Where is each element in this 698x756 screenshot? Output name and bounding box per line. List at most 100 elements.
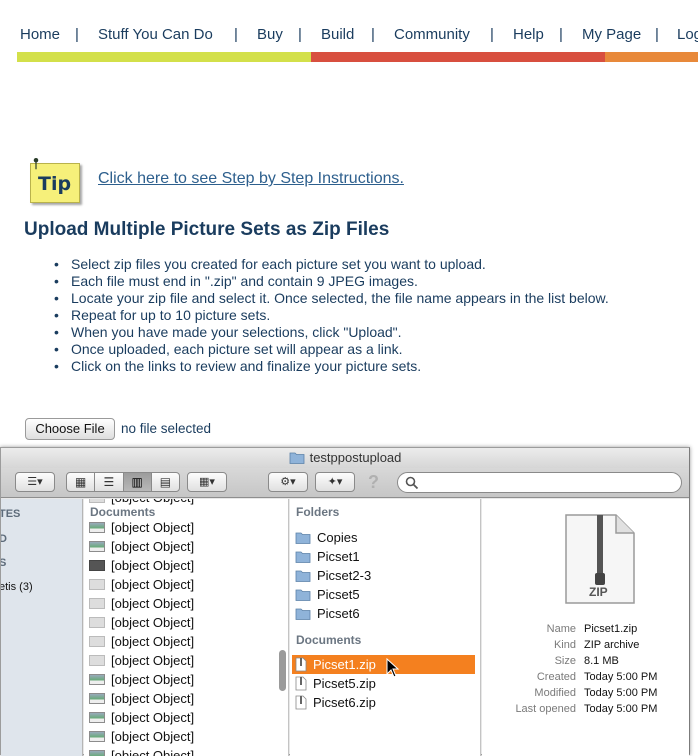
list-item[interactable]: Copies [295,528,475,547]
list-item[interactable]: [object Object] [89,518,194,537]
search-input[interactable] [397,472,682,493]
column-header: Documents [296,633,362,647]
action-button[interactable]: ⚙▾ [268,472,308,492]
list-item[interactable]: [object Object] [89,575,194,594]
list-item[interactable]: [object Object] [89,708,194,727]
page-title: Upload Multiple Picture Sets as Zip File… [24,219,390,240]
dialog-titlebar: testppostupload [1,448,689,468]
screenshot-file-icon [89,712,105,723]
pushpin-icon [33,158,39,170]
list-item[interactable]: Picset6.zip [295,693,475,712]
help-icon[interactable]: ? [368,472,379,493]
screenshot-file-icon [89,522,105,533]
nav-stuff-you-can-do[interactable]: Stuff You Can Do [98,26,213,43]
list-item[interactable]: Picset5 [295,585,475,604]
nav-separator: | [490,26,494,43]
list-item[interactable]: [object Object] [89,689,194,708]
list-item[interactable]: Picset2-3 [295,566,475,585]
instructions-link[interactable]: Click here to see Step by Step Instructi… [98,170,404,188]
list-item[interactable]: [object Object] [89,727,194,746]
list-item[interactable]: Picset6 [295,604,475,623]
info-value: Today 5:00 PM [584,687,658,699]
screenshot-file-icon [89,617,105,628]
info-value: Picset1.zip [584,623,638,635]
list-item[interactable]: [object Object] [89,651,194,670]
dialog-title: testppostupload [309,450,402,465]
nav-help[interactable]: Help [513,26,544,43]
list-item[interactable]: [object Object] [89,556,194,575]
folder-icon [289,452,304,464]
info-key: Kind [553,639,576,651]
dropbox-button[interactable]: ✦▾ [315,472,355,492]
screenshot-file-icon [89,731,105,742]
sidebar-item[interactable]: D [1,533,7,545]
zip-file-icon [295,676,307,691]
folder-icon [295,532,311,544]
sidebar-item[interactable]: etis (3) [1,581,33,593]
zip-icon-label: ZIP [589,585,608,599]
list-item: Click on the links to review and finaliz… [54,358,609,375]
icon-view-button[interactable]: ▦ [67,473,96,491]
choose-file-button[interactable]: Choose File [25,418,115,440]
list-item-selected[interactable]: Picset1.zip [292,655,475,674]
list-item[interactable]: [object Object] [89,632,194,651]
dialog-toolbar: ☰▾ ▦ ☰ ▥ ▤ ▦▾ ⚙▾ ✦▾ ? [1,468,689,498]
arrange-button[interactable]: ▦▾ [187,472,227,492]
screenshot-file-icon [89,560,105,571]
nav-buy[interactable]: Buy [257,26,283,43]
info-key: Size [554,655,576,667]
nav-my-page[interactable]: My Page [582,26,641,43]
finder-sidebar: TES D S etis (3) [1,499,83,756]
info-key: Modified [534,687,576,699]
column-view-button[interactable]: ▥ [123,473,152,491]
nav-log[interactable]: Log [677,26,698,43]
list-item: When you have made your selections, clic… [54,324,609,341]
screenshot-file-icon [89,579,105,590]
info-value: ZIP archive [584,639,640,651]
documents-column[interactable]: [object Object] Documents [object Object… [84,499,289,756]
nav-community[interactable]: Community [394,26,470,43]
list-item[interactable]: Picset1 [295,547,475,566]
info-value: 8.1 MB [584,655,619,667]
nav-separator: | [655,26,659,43]
mouse-cursor-icon [386,658,400,678]
info-key: Name [546,623,576,635]
screenshot-file-icon [89,655,105,666]
info-key: Created [536,671,576,683]
screenshot-file-icon [89,499,105,503]
zip-file-icon [295,657,307,672]
folder-icon [295,551,311,563]
screenshot-file-icon [89,636,105,647]
list-item[interactable]: [object Object] [89,670,194,689]
list-menu-button[interactable]: ☰▾ [15,472,55,492]
file-status: no file selected [121,421,212,436]
nav-separator: | [234,26,238,43]
coverflow-view-button[interactable]: ▤ [152,473,179,491]
screenshot-file-icon [89,693,105,704]
color-bar-orange [605,52,698,62]
screenshot-file-icon [89,598,105,609]
nav-home[interactable]: Home [20,26,60,43]
list-item[interactable]: [object Object] [89,594,194,613]
nav-separator: | [371,26,375,43]
list-item[interactable]: Picset5.zip [295,674,475,693]
top-nav: Home | Stuff You Can Do | Buy | Build | … [0,26,698,48]
screenshot-file-icon [89,674,105,685]
scrollbar-thumb[interactable] [279,650,286,691]
folder-contents-column[interactable]: Folders Copies Picset1 Picset2-3 Picset5… [290,499,481,756]
nav-separator: | [559,26,563,43]
zip-file-icon [295,695,307,710]
sidebar-heading: S [1,557,6,569]
folder-icon [295,589,311,601]
screenshot-file-icon [89,750,105,756]
list-item[interactable]: [object Object] [89,613,194,632]
nav-build[interactable]: Build [321,26,354,43]
info-key: Last opened [515,703,576,715]
list-item[interactable]: [object Object] [89,537,194,556]
info-value: Today 5:00 PM [584,671,658,683]
list-view-button[interactable]: ☰ [95,473,124,491]
color-bar-green [17,52,311,62]
sidebar-heading: TES [1,508,21,520]
view-mode-control[interactable]: ▦ ☰ ▥ ▤ [66,472,180,492]
color-bar-red [311,52,605,62]
